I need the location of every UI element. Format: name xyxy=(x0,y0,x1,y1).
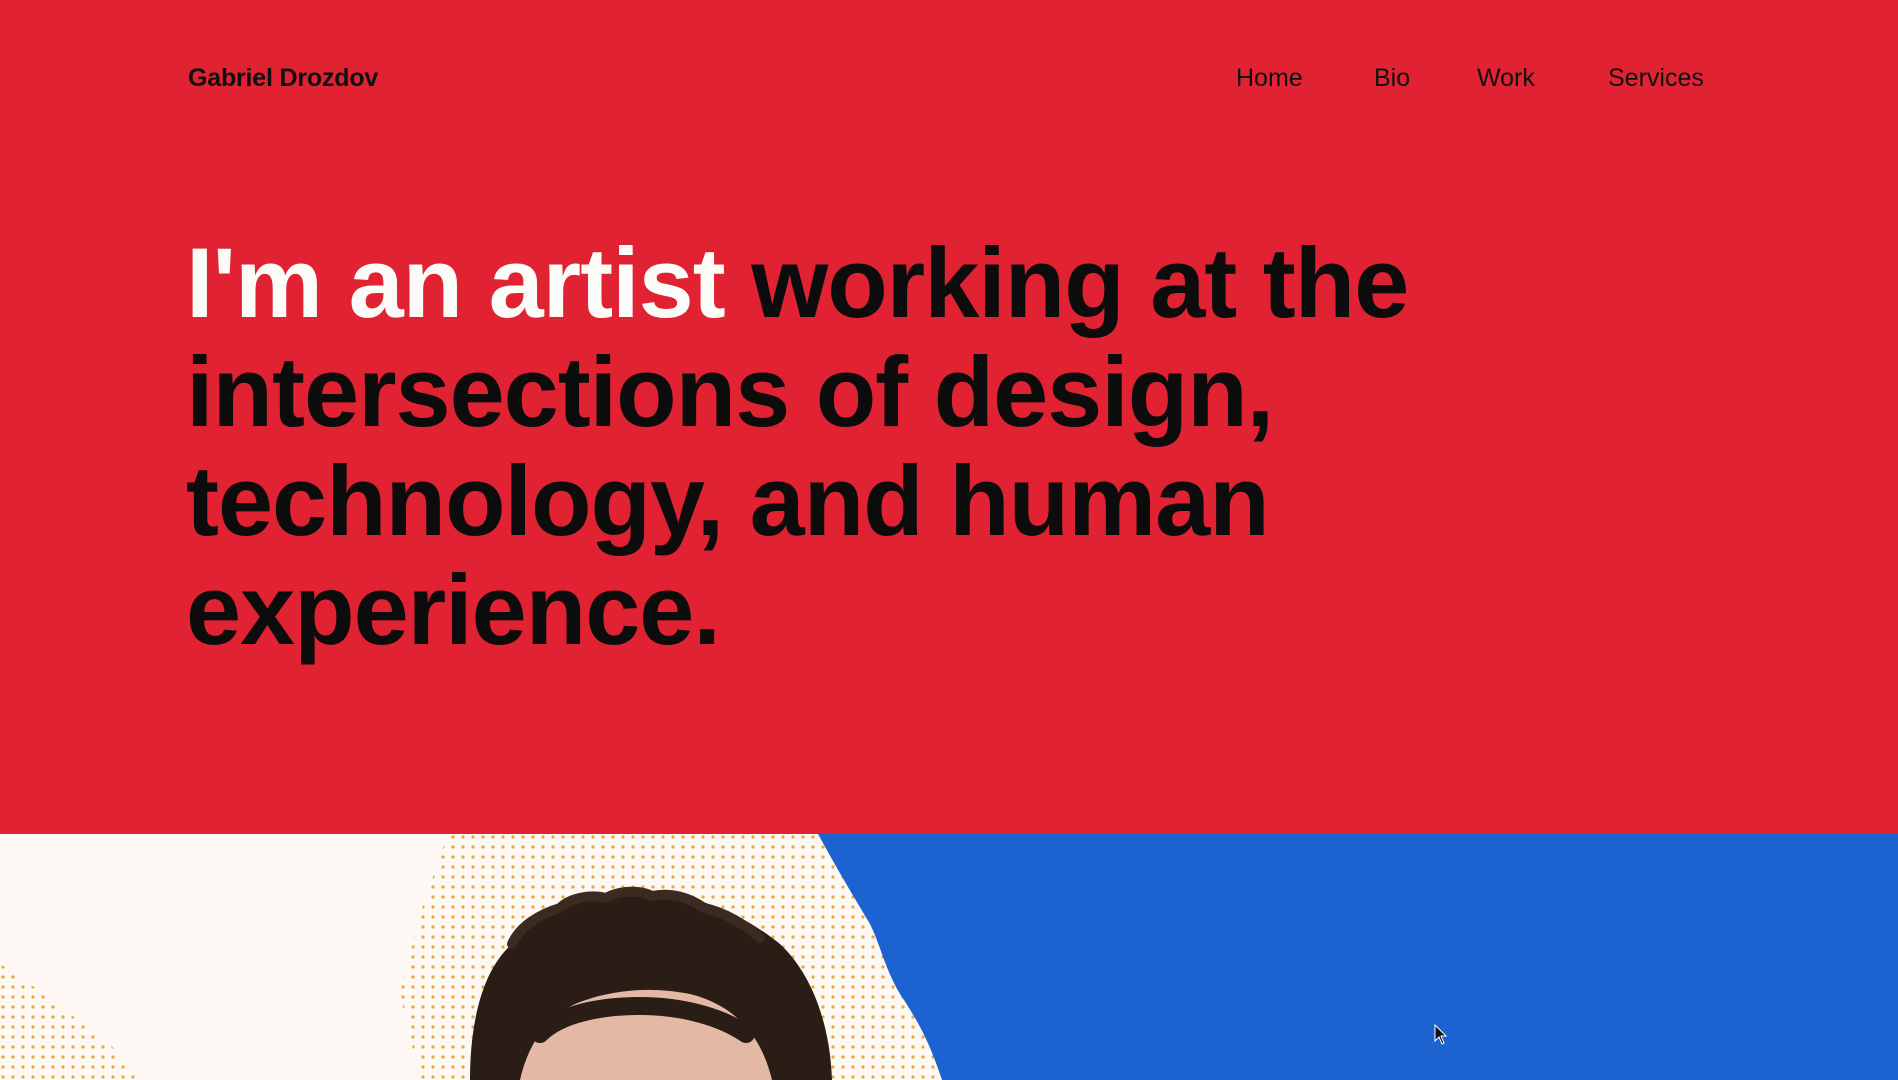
mouse-cursor-icon xyxy=(1434,1024,1448,1045)
portrait-illustration xyxy=(0,834,1898,1080)
hero-headline: I'm an artist working at the intersectio… xyxy=(186,228,1686,664)
site-logo[interactable]: Gabriel Drozdov xyxy=(188,64,378,93)
portrait-section xyxy=(0,834,1898,1080)
blue-panel xyxy=(818,834,1898,1080)
nav-services[interactable]: Services xyxy=(1608,64,1704,93)
nav-home[interactable]: Home xyxy=(1236,64,1303,93)
page: Gabriel Drozdov Home Bio Work Services I… xyxy=(0,0,1898,1080)
dot-pattern-corner xyxy=(0,964,140,1080)
hero-section: Gabriel Drozdov Home Bio Work Services I… xyxy=(0,0,1898,834)
headline-accent: I'm an artist xyxy=(186,227,726,338)
nav-work[interactable]: Work xyxy=(1477,64,1535,93)
nav-bio[interactable]: Bio xyxy=(1374,64,1410,93)
